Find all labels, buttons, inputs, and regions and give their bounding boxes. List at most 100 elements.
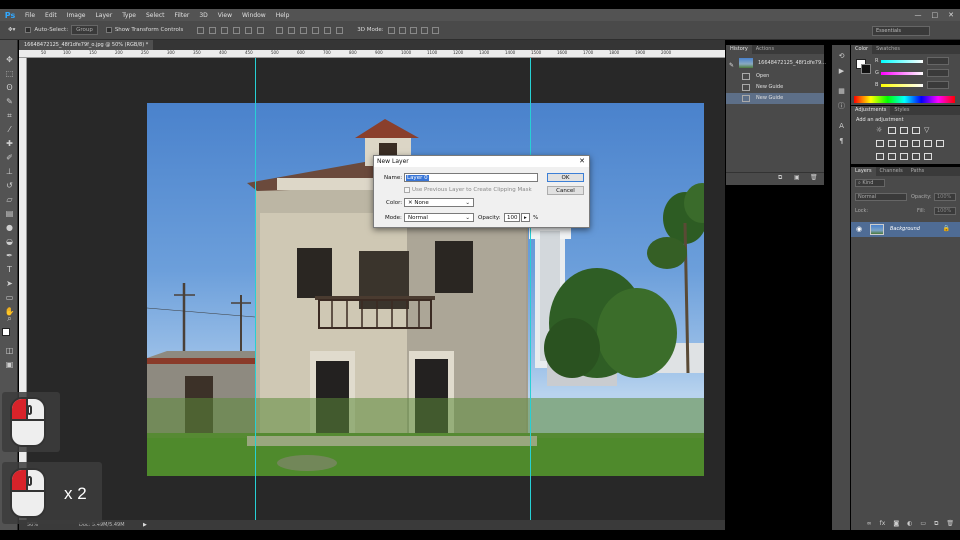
foreground-color-swatch[interactable]: [2, 328, 10, 336]
path-select-tool-icon[interactable]: ➤: [4, 278, 15, 289]
blue-slider[interactable]: [881, 84, 923, 87]
marquee-tool-icon[interactable]: ⬚: [4, 68, 15, 79]
actions-panel-icon[interactable]: ▶: [837, 67, 846, 76]
history-item[interactable]: Open: [726, 71, 824, 82]
opacity-input[interactable]: 100: [504, 213, 520, 222]
menu-window[interactable]: Window: [237, 12, 271, 19]
dialog-close-icon[interactable]: ✕: [579, 156, 585, 167]
distribute-left-icon[interactable]: [312, 26, 320, 34]
tab-paths[interactable]: Paths: [907, 167, 929, 176]
menu-view[interactable]: View: [213, 12, 237, 19]
new-group-icon[interactable]: ▭: [920, 520, 926, 530]
new-document-from-state-icon[interactable]: ⧉: [778, 174, 782, 182]
menu-type[interactable]: Type: [117, 12, 141, 19]
workspace-dropdown[interactable]: Essentials: [872, 26, 930, 36]
menu-image[interactable]: Image: [62, 12, 91, 19]
green-slider[interactable]: [881, 72, 923, 75]
shape-tool-icon[interactable]: ▭: [4, 292, 15, 303]
3d-pan-icon[interactable]: [409, 26, 417, 34]
tab-adjustments[interactable]: Adjustments: [851, 106, 891, 115]
close-button[interactable]: ✕: [948, 11, 954, 19]
blur-tool-icon[interactable]: ●: [4, 222, 15, 233]
layer-style-icon[interactable]: fx: [880, 520, 886, 530]
brightness-contrast-icon[interactable]: ☼: [876, 127, 884, 134]
status-arrow-icon[interactable]: ▶: [143, 520, 147, 530]
tab-styles[interactable]: Styles: [890, 106, 913, 115]
3d-slide-icon[interactable]: [420, 26, 428, 34]
eye-visibility-icon[interactable]: ◉: [856, 225, 862, 233]
gradient-tool-icon[interactable]: ▤: [4, 208, 15, 219]
photo-filter-icon[interactable]: [912, 140, 920, 147]
auto-select-dropdown[interactable]: Group: [71, 25, 98, 35]
move-tool-icon[interactable]: ✥: [4, 54, 15, 65]
type-tool-icon[interactable]: T: [4, 264, 15, 275]
character-panel-icon[interactable]: A: [837, 122, 846, 131]
info-panel-icon[interactable]: ⓘ: [837, 102, 846, 111]
crop-tool-icon[interactable]: ⌗: [4, 110, 15, 121]
add-mask-icon[interactable]: ◙: [893, 520, 899, 530]
posterize-icon[interactable]: [888, 153, 896, 160]
align-vcenter-icon[interactable]: [209, 26, 217, 34]
quick-select-tool-icon[interactable]: ✎: [4, 96, 15, 107]
history-brush-tool-icon[interactable]: ↺: [4, 180, 15, 191]
tab-actions[interactable]: Actions: [752, 45, 778, 54]
3d-roll-icon[interactable]: [398, 26, 406, 34]
menu-select[interactable]: Select: [141, 12, 170, 19]
distribute-bottom-icon[interactable]: [300, 26, 308, 34]
lasso-tool-icon[interactable]: ʘ: [4, 82, 15, 93]
menu-help[interactable]: Help: [271, 12, 295, 19]
menu-layer[interactable]: Layer: [90, 12, 117, 19]
layer-name-input[interactable]: Layer 0: [404, 173, 538, 182]
horizontal-ruler[interactable]: 50 100 150 200 250 300 350 400 450 500 6…: [19, 50, 725, 58]
threshold-icon[interactable]: [900, 153, 908, 160]
trash-icon[interactable]: 🗑: [810, 174, 818, 181]
exposure-icon[interactable]: [912, 127, 920, 134]
channel-mixer-icon[interactable]: [924, 140, 932, 147]
new-adjustment-icon[interactable]: ◐: [907, 520, 912, 530]
clone-stamp-tool-icon[interactable]: ⊥: [4, 166, 15, 177]
align-bottom-icon[interactable]: [221, 26, 229, 34]
quick-mask-icon[interactable]: ◫: [4, 345, 15, 356]
eraser-tool-icon[interactable]: ▱: [4, 194, 15, 205]
green-value-field[interactable]: [927, 69, 949, 77]
minimize-button[interactable]: —: [915, 11, 922, 19]
red-slider[interactable]: [881, 60, 923, 63]
3d-scale-icon[interactable]: [431, 26, 439, 34]
history-snapshot[interactable]: ✎ 16648472125_48f1dfe79...: [726, 56, 826, 70]
zoom-tool-icon[interactable]: ⌕: [4, 313, 15, 324]
history-item-active[interactable]: New Guide: [726, 93, 824, 104]
distribute-top-icon[interactable]: [276, 26, 284, 34]
color-dropdown[interactable]: ✕ None ⌄: [404, 198, 474, 207]
history-panel-icon[interactable]: ⟲: [837, 52, 846, 61]
selective-color-icon[interactable]: [924, 153, 932, 160]
color-balance-icon[interactable]: [888, 140, 896, 147]
vibrance-icon[interactable]: ▽: [924, 127, 932, 134]
healing-brush-tool-icon[interactable]: ✚: [4, 138, 15, 149]
menu-3d[interactable]: 3D: [194, 12, 212, 19]
gradient-map-icon[interactable]: [912, 153, 920, 160]
guide-line[interactable]: [255, 58, 256, 520]
show-transform-checkbox[interactable]: [105, 27, 112, 33]
ok-button[interactable]: OK: [547, 173, 584, 182]
background-color-swatch[interactable]: [861, 64, 871, 74]
document-tab[interactable]: 16648472125_48f1dfe79f_o.jpg @ 50% (RGB/…: [19, 40, 154, 50]
dodge-tool-icon[interactable]: ◒: [4, 236, 15, 247]
menu-edit[interactable]: Edit: [40, 12, 62, 19]
hue-saturation-icon[interactable]: [876, 140, 884, 147]
black-white-icon[interactable]: [900, 140, 908, 147]
guide-line[interactable]: [530, 58, 531, 520]
curves-icon[interactable]: [900, 127, 908, 134]
auto-select-option[interactable]: Auto-Select: Group: [25, 25, 98, 35]
history-item[interactable]: New Guide: [726, 82, 824, 93]
paragraph-panel-icon[interactable]: ¶: [837, 137, 846, 146]
fill-value[interactable]: 100%: [934, 207, 956, 215]
layer-name[interactable]: Background: [890, 222, 920, 237]
distribute-right-icon[interactable]: [336, 26, 344, 34]
red-value-field[interactable]: [927, 57, 949, 65]
tab-color[interactable]: Color: [851, 45, 873, 54]
levels-icon[interactable]: [888, 127, 896, 134]
align-top-icon[interactable]: [197, 26, 205, 34]
tab-history[interactable]: History: [726, 45, 752, 54]
eyedropper-tool-icon[interactable]: ⁄: [4, 124, 15, 135]
properties-panel-icon[interactable]: ▦: [837, 87, 846, 96]
